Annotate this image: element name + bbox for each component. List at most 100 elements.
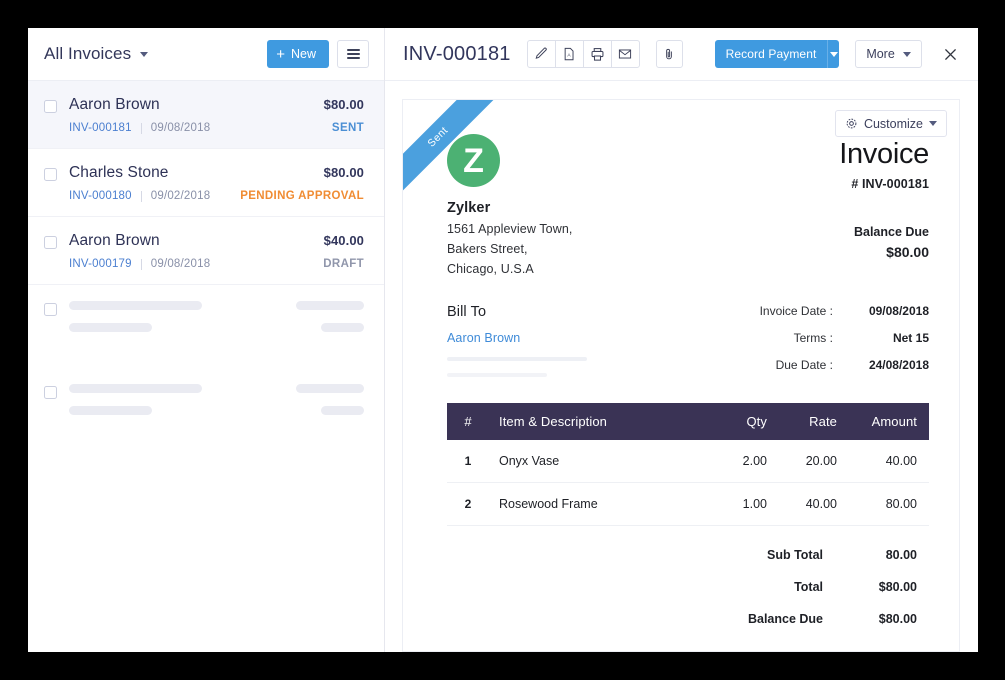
placeholder-bar [296, 384, 364, 393]
invoice-preview-area: Sent Customize Z Zylker 1561 Appleview T… [385, 81, 978, 652]
chevron-down-icon [903, 52, 911, 57]
more-button[interactable]: More [855, 40, 921, 68]
new-button-label: New [291, 47, 316, 61]
organization-name: Zylker [447, 200, 572, 216]
placeholder-bar [69, 406, 152, 415]
record-payment-split-button: Record Payment [715, 40, 840, 68]
row-checkbox[interactable] [44, 168, 57, 181]
table-row: 1 Onyx Vase 2.00 20.00 40.00 [447, 440, 929, 483]
chevron-down-icon [830, 52, 838, 57]
cell-amount: 80.00 [837, 483, 929, 526]
cell-rate: 20.00 [767, 440, 837, 483]
invoice-list-pane: All Invoices + New Aaron Brown $80.00 [28, 28, 385, 652]
column-header-description: Item & Description [489, 403, 695, 440]
placeholder-bar [296, 301, 364, 310]
total-label: Total [748, 580, 867, 612]
gear-icon [845, 117, 858, 130]
customer-name: Charles Stone [69, 164, 169, 182]
meta-label: Terms : [760, 331, 869, 358]
list-item[interactable]: Charles Stone $80.00 INV-000180 09/02/20… [28, 149, 384, 217]
plus-icon: + [276, 47, 285, 62]
column-header-index: # [447, 403, 489, 440]
meta-label: Due Date : [760, 358, 869, 385]
chevron-down-icon [929, 121, 937, 126]
placeholder-bar [69, 301, 202, 310]
customer-name: Aaron Brown [69, 232, 160, 250]
hamburger-menu-icon[interactable] [337, 40, 369, 68]
list-item-placeholder [28, 368, 384, 429]
row-checkbox[interactable] [44, 236, 57, 249]
email-envelope-icon[interactable] [611, 40, 640, 68]
balance-due-label: Balance Due [839, 225, 929, 239]
invoice-header-section: Z Zylker 1561 Appleview Town, Bakers Str… [447, 122, 929, 276]
invoice-amount: $80.00 [324, 97, 364, 112]
invoice-meta-table: Invoice Date : 09/08/2018 Terms : Net 15… [760, 304, 929, 385]
invoice-number[interactable]: INV-000180 [69, 190, 132, 202]
svg-text:A: A [568, 53, 572, 59]
company-logo: Z [447, 134, 500, 187]
list-item[interactable]: Aaron Brown $80.00 INV-000181 09/08/2018… [28, 81, 384, 149]
edit-pencil-icon[interactable] [527, 40, 556, 68]
chevron-down-icon [140, 52, 148, 57]
page-title: INV-000181 [403, 43, 511, 66]
column-header-amount: Amount [837, 403, 929, 440]
close-icon[interactable] [940, 42, 962, 66]
all-invoices-dropdown[interactable]: All Invoices [44, 44, 267, 64]
new-invoice-button[interactable]: + New [267, 40, 329, 68]
invoice-number[interactable]: INV-000181 [69, 122, 132, 134]
bill-to-customer-link[interactable]: Aaron Brown [447, 331, 587, 345]
status-ribbon-label: Sent [425, 124, 450, 149]
divider [141, 191, 142, 202]
organization-address-line: Bakers Street, [447, 242, 572, 256]
organization-address-line: 1561 Appleview Town, [447, 222, 572, 236]
invoice-detail-toolbar: INV-000181 A Record Pa [385, 28, 978, 81]
cell-index: 2 [447, 483, 489, 526]
table-row: 2 Rosewood Frame 1.00 40.00 80.00 [447, 483, 929, 526]
divider [141, 259, 142, 270]
record-payment-button[interactable]: Record Payment [715, 40, 828, 68]
meta-value: 09/08/2018 [869, 304, 929, 331]
invoice-number: # INV-000181 [839, 177, 929, 191]
more-button-label: More [866, 47, 894, 61]
cell-description: Onyx Vase [489, 440, 695, 483]
cell-qty: 1.00 [695, 483, 767, 526]
column-header-qty: Qty [695, 403, 767, 440]
total-value: $80.00 [867, 580, 929, 612]
record-payment-dropdown-toggle[interactable] [827, 40, 839, 68]
list-item-placeholder [28, 285, 384, 346]
customer-name: Aaron Brown [69, 96, 160, 114]
cell-rate: 40.00 [767, 483, 837, 526]
row-checkbox[interactable] [44, 303, 57, 316]
pdf-document-icon[interactable]: A [555, 40, 584, 68]
invoice-list-header: All Invoices + New [28, 28, 384, 81]
list-item[interactable]: Aaron Brown $40.00 INV-000179 09/08/2018… [28, 217, 384, 285]
placeholder-bar [321, 323, 364, 332]
organization-block: Z Zylker 1561 Appleview Town, Bakers Str… [447, 134, 572, 276]
row-checkbox[interactable] [44, 386, 57, 399]
line-items-table: # Item & Description Qty Rate Amount 1 O… [447, 403, 929, 526]
table-header-row: # Item & Description Qty Rate Amount [447, 403, 929, 440]
cell-index: 1 [447, 440, 489, 483]
invoice-number[interactable]: INV-000179 [69, 258, 132, 270]
invoice-date: 09/02/2018 [151, 190, 211, 202]
meta-value: 24/08/2018 [869, 358, 929, 385]
table-row: Sub Total 80.00 [748, 548, 929, 580]
table-row: Terms : Net 15 [760, 331, 929, 358]
print-icon[interactable] [583, 40, 612, 68]
customize-button[interactable]: Customize [835, 110, 947, 137]
row-checkbox[interactable] [44, 100, 57, 113]
invoice-document: Sent Customize Z Zylker 1561 Appleview T… [402, 99, 960, 652]
table-row: Invoice Date : 09/08/2018 [760, 304, 929, 331]
bill-to-label: Bill To [447, 304, 587, 320]
placeholder-bar [447, 357, 587, 361]
meta-value: Net 15 [869, 331, 929, 358]
status-badge: DRAFT [323, 258, 364, 270]
document-action-icon-group: A [527, 40, 640, 68]
meta-label: Invoice Date : [760, 304, 869, 331]
placeholder-bar [447, 373, 547, 377]
cell-amount: 40.00 [837, 440, 929, 483]
paperclip-icon[interactable] [656, 40, 683, 68]
cell-qty: 2.00 [695, 440, 767, 483]
invoice-heading: Invoice [839, 138, 929, 171]
table-row: Total $80.00 [748, 580, 929, 612]
